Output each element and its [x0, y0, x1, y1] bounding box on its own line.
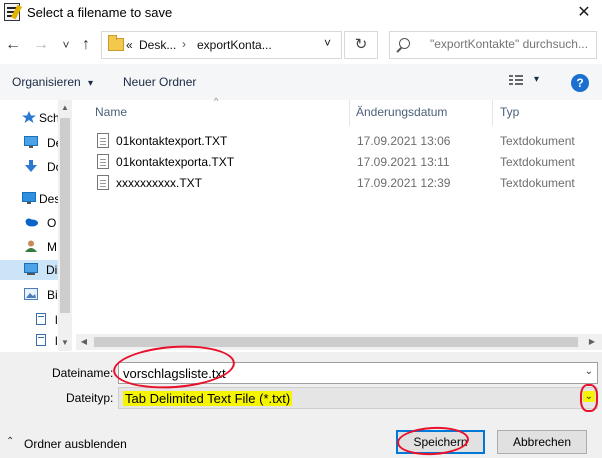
new-folder-button[interactable]: Neuer Ordner	[123, 75, 196, 89]
pictures-icon	[24, 288, 38, 300]
view-options-dropdown[interactable]: ▾	[534, 74, 539, 85]
column-divider[interactable]	[492, 100, 493, 126]
text-file-icon	[97, 175, 109, 190]
navigation-scrollbar[interactable]: ▲ ▼	[58, 100, 72, 351]
document-icon	[36, 313, 46, 325]
sidebar-item-this-pc[interactable]: Di	[0, 260, 58, 280]
sidebar-item-label: Di	[46, 263, 58, 277]
breadcrumb-separator[interactable]: ›	[182, 37, 186, 51]
file-list: ^ Name Änderungsdatum Typ 01kontaktexpor…	[76, 96, 602, 351]
scroll-up-button[interactable]: ▲	[58, 100, 72, 116]
scroll-down-button[interactable]: ▼	[58, 335, 72, 351]
breadcrumb-item-exportkontakte[interactable]: exportKonta...	[197, 38, 272, 52]
title-bar: Select a filename to save ✕	[0, 0, 602, 26]
back-button[interactable]: ←	[3, 33, 23, 57]
breadcrumb-item-desktop[interactable]: Desk...	[139, 38, 176, 52]
organize-label: Organisieren	[12, 75, 81, 89]
onedrive-icon	[25, 218, 38, 227]
close-button[interactable]: ✕	[574, 3, 594, 23]
star-icon	[22, 111, 36, 123]
column-header-date[interactable]: Änderungsdatum	[356, 105, 447, 119]
sidebar-item-label: Sch	[39, 111, 60, 125]
document-icon	[36, 334, 46, 346]
address-dropdown-button[interactable]: ˅	[324, 36, 331, 50]
sidebar-item-label: M	[47, 240, 57, 254]
filename-field[interactable]: vorschlagsliste.txt	[123, 366, 226, 381]
file-name: xxxxxxxxxx.TXT	[116, 176, 202, 190]
breadcrumb-overflow[interactable]: «	[126, 38, 133, 52]
filetype-value: Tab Delimited Text File (*.txt)	[123, 391, 293, 406]
window-title: Select a filename to save	[27, 5, 173, 20]
file-row[interactable]: 01kontaktexport.TXT 17.09.2021 13:06 Tex…	[93, 132, 593, 152]
search-box[interactable]	[389, 31, 597, 59]
file-date: 17.09.2021 13:11	[357, 155, 450, 169]
column-header-name[interactable]: Name	[95, 105, 127, 119]
organize-menu[interactable]: Organisieren ▾	[12, 75, 93, 89]
file-type: Textdokument	[500, 176, 575, 190]
file-type: Textdokument	[500, 155, 575, 169]
desktop-icon	[24, 136, 38, 148]
navigation-bar: ← → ˅ ↑ « Desk... › exportKonta... ˅ ↻	[0, 28, 602, 62]
file-type: Textdokument	[500, 134, 575, 148]
chevron-down-icon[interactable]: ⌄	[585, 366, 593, 377]
file-date: 17.09.2021 12:39	[357, 176, 451, 190]
filetype-select[interactable]: Tab Delimited Text File (*.txt) ⌄	[118, 387, 598, 409]
sidebar-item-label: O	[47, 216, 57, 230]
forward-button[interactable]: →	[31, 33, 51, 57]
filename-combobox[interactable]: vorschlagsliste.txt ⌄	[118, 362, 598, 384]
column-divider[interactable]	[349, 100, 350, 126]
this-pc-icon	[24, 263, 38, 275]
scrollbar-thumb[interactable]	[60, 118, 70, 313]
text-file-icon	[97, 154, 109, 169]
file-row[interactable]: 01kontaktexporta.TXT 17.09.2021 13:11 Te…	[93, 153, 593, 173]
refresh-button[interactable]: ↻	[344, 31, 378, 59]
file-row[interactable]: xxxxxxxxxx.TXT 17.09.2021 12:39 Textdoku…	[93, 174, 593, 194]
sidebar-item-quick-access[interactable]: Sch	[0, 108, 60, 128]
search-icon	[399, 38, 410, 49]
app-icon	[4, 3, 20, 21]
column-header-type[interactable]: Typ	[500, 105, 519, 119]
file-date: 17.09.2021 13:06	[357, 134, 451, 148]
chevron-up-icon: ⌃	[6, 436, 15, 447]
filetype-label: Dateityp:	[66, 391, 114, 405]
download-icon	[25, 160, 37, 172]
help-icon[interactable]: ?	[571, 74, 589, 92]
sidebar-item-desktop-root[interactable]: Des	[0, 189, 60, 209]
sidebar-item-label: Bi	[47, 288, 58, 302]
scroll-left-button[interactable]: ◀	[76, 334, 92, 350]
hide-folders-label: Ordner ausblenden	[24, 437, 127, 451]
save-button[interactable]: Speichern	[396, 430, 485, 454]
filename-label: Dateiname:	[52, 366, 114, 380]
up-folder-button[interactable]: ↑	[76, 33, 96, 57]
search-input[interactable]	[430, 37, 596, 51]
view-options-icon[interactable]	[509, 75, 523, 87]
recent-locations-button[interactable]: ˅	[56, 33, 76, 57]
horizontal-scrollbar[interactable]: ◀ ▶	[76, 334, 602, 350]
cancel-button[interactable]: Abbrechen	[497, 430, 587, 454]
file-name: 01kontaktexport.TXT	[116, 134, 228, 148]
user-icon	[25, 240, 37, 252]
command-bar: Organisieren ▾ Neuer Ordner ▾	[0, 64, 602, 100]
address-bar[interactable]: « Desk... › exportKonta... ˅	[101, 31, 342, 59]
scrollbar-thumb[interactable]	[94, 337, 578, 347]
sort-indicator-icon: ^	[214, 96, 219, 106]
file-name: 01kontaktexporta.TXT	[116, 155, 235, 169]
folder-icon	[108, 35, 124, 51]
chevron-down-icon: ▾	[88, 78, 94, 89]
chevron-down-icon[interactable]: ⌄	[582, 391, 595, 402]
text-file-icon	[97, 133, 109, 148]
desktop-icon	[22, 192, 36, 204]
scroll-right-button[interactable]: ▶	[584, 334, 600, 350]
hide-folders-toggle[interactable]: ⌃ Ordner ausblenden	[0, 436, 140, 454]
